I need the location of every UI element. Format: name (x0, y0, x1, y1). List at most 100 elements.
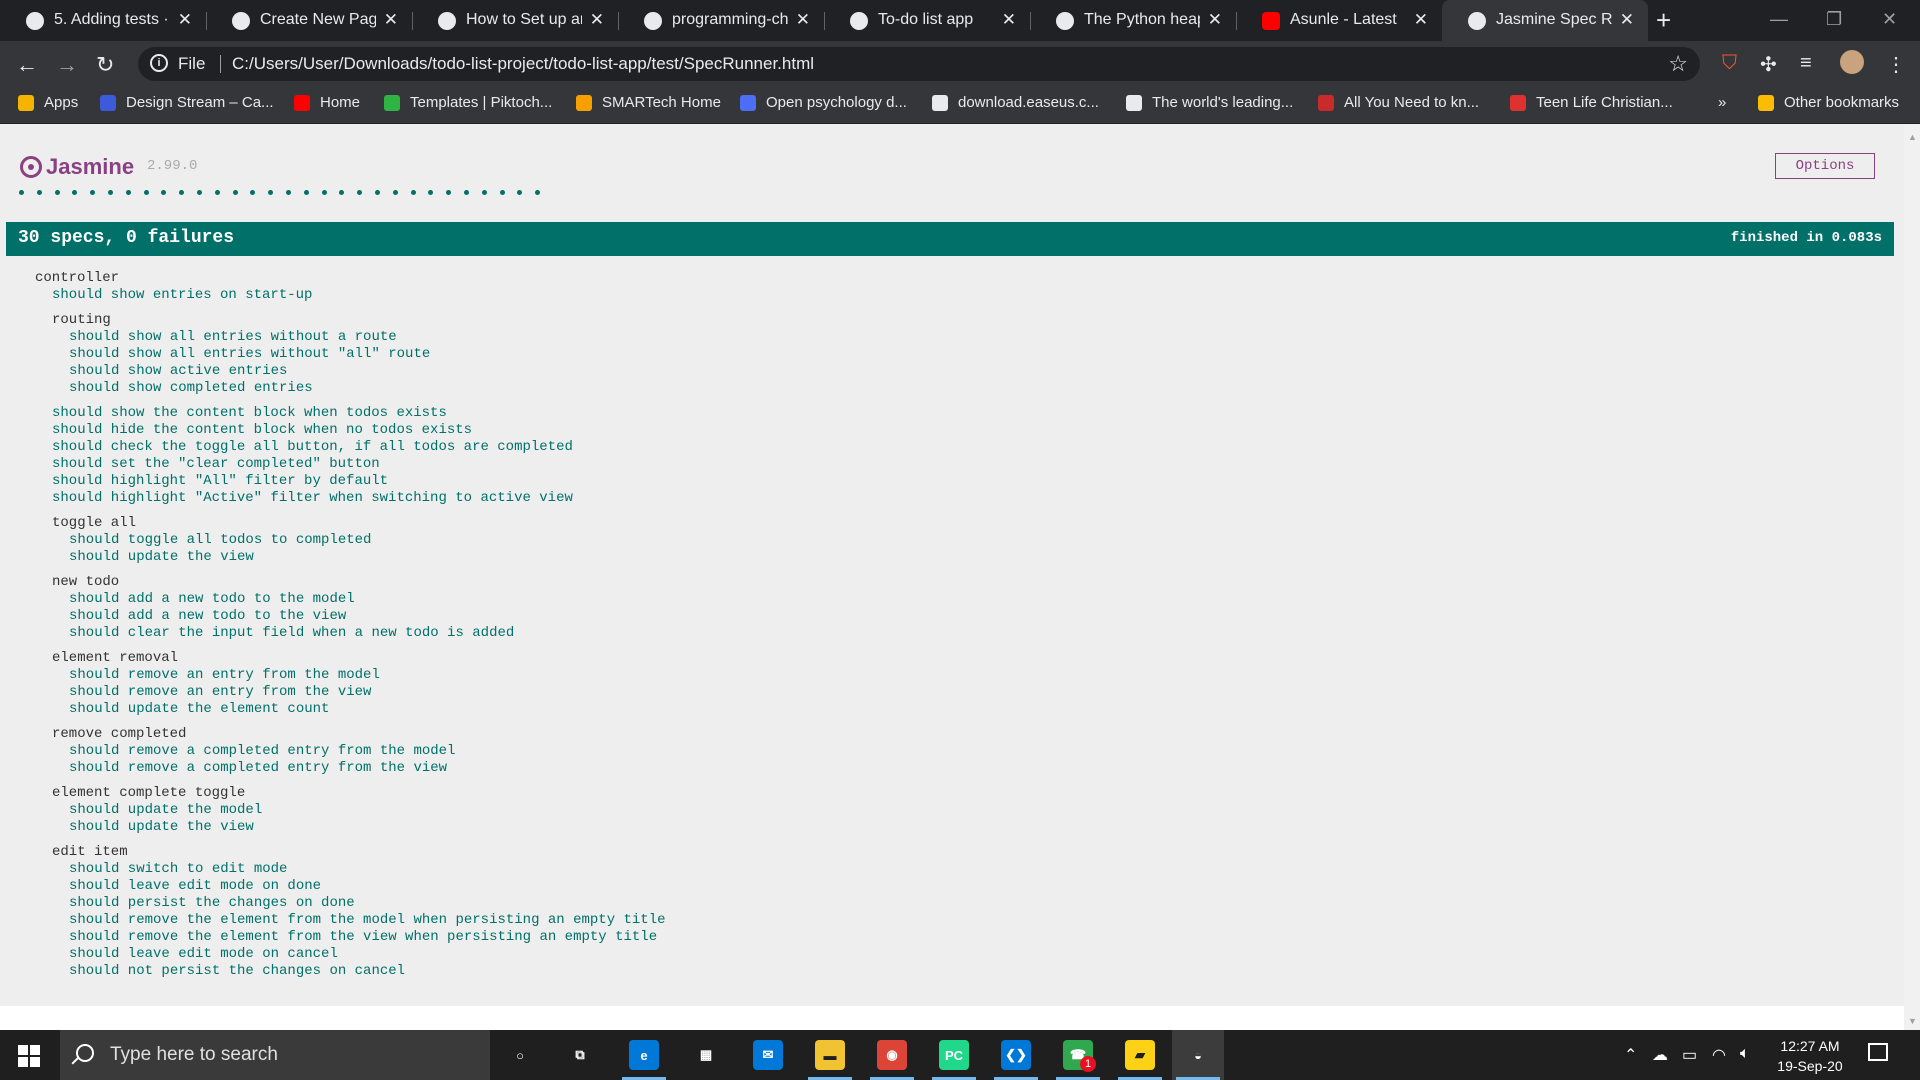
options-button[interactable]: Options (1775, 153, 1875, 179)
spec-link[interactable]: should show completed entries (35, 380, 666, 397)
suite-title[interactable]: remove completed (35, 726, 666, 743)
extensions-icon[interactable]: ✣ (1760, 52, 1777, 77)
taskbar-app[interactable]: ▬ (804, 1030, 856, 1080)
profile-avatar[interactable] (1840, 50, 1864, 74)
spec-link[interactable]: should update the view (35, 549, 666, 566)
other-bookmarks-folder[interactable]: Other bookmarks (1758, 94, 1899, 111)
spec-link[interactable]: should hide the content block when no to… (35, 422, 666, 439)
spec-link[interactable]: should show all entries without a route (35, 329, 666, 346)
bookmark-item[interactable]: Templates | Piktoch... (384, 94, 552, 111)
reload-icon[interactable]: ↻ (96, 52, 114, 78)
bookmark-star-icon[interactable]: ☆ (1668, 51, 1688, 77)
bookmark-item[interactable]: Home (294, 94, 360, 111)
spec-link[interactable]: should add a new todo to the view (35, 608, 666, 625)
media-control-icon[interactable]: ≡ (1800, 52, 1812, 75)
bookmark-item[interactable]: SMARTech Home (576, 94, 721, 111)
spec-link[interactable]: should add a new todo to the model (35, 591, 666, 608)
spec-link[interactable]: should show active entries (35, 363, 666, 380)
spec-link[interactable]: should leave edit mode on done (35, 878, 666, 895)
tab-close-icon[interactable]: ✕ (178, 10, 192, 30)
suite-title[interactable]: element complete toggle (35, 785, 666, 802)
bookmark-item[interactable]: Apps (18, 94, 78, 111)
taskbar-app[interactable]: ○ (494, 1030, 546, 1080)
tab-close-icon[interactable]: ✕ (796, 10, 810, 30)
tab-close-icon[interactable]: ✕ (1002, 10, 1016, 30)
notifications-icon[interactable] (1868, 1043, 1888, 1061)
onedrive-icon[interactable]: ☁ (1652, 1045, 1668, 1065)
tab[interactable]: How to Set up and ✕ (412, 0, 618, 41)
tab-close-icon[interactable]: ✕ (1620, 10, 1634, 30)
suite-title[interactable]: routing (35, 312, 666, 329)
suite-title[interactable]: controller (35, 270, 666, 287)
spec-link[interactable]: should leave edit mode on cancel (35, 946, 666, 963)
taskbar-app[interactable]: ⧉ (554, 1030, 606, 1080)
show-hidden-icons-icon[interactable]: ⌃ (1624, 1045, 1637, 1065)
spec-link[interactable]: should remove the element from the view … (35, 929, 666, 946)
scroll-down-icon[interactable]: ▼ (1908, 1016, 1917, 1026)
tab[interactable]: Asunle - Latest ✕ (1236, 0, 1442, 41)
bookmarks-overflow-button[interactable]: » (1718, 94, 1726, 111)
spec-link[interactable]: should persist the changes on done (35, 895, 666, 912)
bookmark-item[interactable]: download.easeus.c... (932, 94, 1099, 111)
taskbar-app[interactable]: ▰ (1114, 1030, 1166, 1080)
tab-close-icon[interactable]: ✕ (1414, 10, 1428, 30)
windows-start-icon[interactable] (18, 1045, 40, 1067)
restore-icon[interactable]: ❐ (1826, 9, 1842, 30)
bookmark-item[interactable]: Design Stream – Ca... (100, 94, 274, 111)
spec-link[interactable]: should clear the input field when a new … (35, 625, 666, 642)
spec-link[interactable]: should show the content block when todos… (35, 405, 666, 422)
taskbar-app[interactable]: ☎ 1 (1052, 1030, 1104, 1080)
spec-link[interactable]: should highlight "Active" filter when sw… (35, 490, 666, 507)
forward-icon[interactable]: → (56, 52, 78, 78)
taskbar-app[interactable]: ✉ (742, 1030, 794, 1080)
spec-link[interactable]: should set the "clear completed" button (35, 456, 666, 473)
suite-title[interactable]: edit item (35, 844, 666, 861)
tab[interactable]: Jasmine Spec Runn ✕ (1442, 0, 1648, 41)
taskbar-app[interactable]: PC (928, 1030, 980, 1080)
spec-link[interactable]: should update the element count (35, 701, 666, 718)
volume-icon[interactable]: 🔈︎ (1740, 1045, 1750, 1063)
spec-link[interactable]: should check the toggle all button, if a… (35, 439, 666, 456)
suite-title[interactable]: toggle all (35, 515, 666, 532)
taskbar-app[interactable]: ◉ (866, 1030, 918, 1080)
spec-link[interactable]: should remove the element from the model… (35, 912, 666, 929)
bookmark-item[interactable]: Open psychology d... (740, 94, 907, 111)
bookmark-item[interactable]: All You Need to kn... (1318, 94, 1479, 111)
address-bar[interactable]: i File C:/Users/User/Downloads/todo-list… (138, 47, 1700, 81)
tab-close-icon[interactable]: ✕ (1208, 10, 1222, 30)
tab[interactable]: To-do list app ✕ (824, 0, 1030, 41)
tab[interactable]: The Python heapq ✕ (1030, 0, 1236, 41)
bookmark-item[interactable]: Teen Life Christian... (1510, 94, 1673, 111)
taskbar-app[interactable]: ◒ (1172, 1030, 1224, 1080)
tab-close-icon[interactable]: ✕ (384, 10, 398, 30)
spec-link[interactable]: should highlight "All" filter by default (35, 473, 666, 490)
clock[interactable]: 12:27 AM 19-Sep-20 (1760, 1036, 1860, 1076)
spec-link[interactable]: should remove an entry from the view (35, 684, 666, 701)
scroll-up-icon[interactable]: ▲ (1908, 132, 1917, 142)
site-info-icon[interactable]: i (150, 54, 168, 72)
spec-link[interactable]: should remove a completed entry from the… (35, 760, 666, 777)
spec-link[interactable]: should update the view (35, 819, 666, 836)
new-tab-button[interactable]: + (1656, 5, 1671, 36)
minimize-icon[interactable]: — (1770, 9, 1788, 30)
spec-link[interactable]: should update the model (35, 802, 666, 819)
battery-icon[interactable]: ▭ (1682, 1045, 1697, 1065)
bookmark-item[interactable]: The world's leading... (1126, 94, 1293, 111)
spec-link[interactable]: should switch to edit mode (35, 861, 666, 878)
spec-link[interactable]: should toggle all todos to completed (35, 532, 666, 549)
taskbar-app[interactable]: ❮❯ (990, 1030, 1042, 1080)
vertical-scrollbar[interactable]: ▲ ▼ (1904, 124, 1920, 1030)
tab-close-icon[interactable]: ✕ (590, 10, 604, 30)
taskbar-search-box[interactable]: Type here to search (60, 1030, 490, 1080)
brave-shield-icon[interactable]: ⛉ (1722, 52, 1737, 75)
spec-link[interactable]: should not persist the changes on cancel (35, 963, 666, 980)
tab[interactable]: programming-cha ✕ (618, 0, 824, 41)
close-window-icon[interactable]: ✕ (1882, 9, 1897, 30)
spec-link[interactable]: should show all entries without "all" ro… (35, 346, 666, 363)
tab[interactable]: 5. Adding tests · m ✕ (0, 0, 206, 41)
menu-icon[interactable]: ⋮ (1886, 52, 1906, 77)
taskbar-app[interactable]: ▦ (680, 1030, 732, 1080)
back-icon[interactable]: ← (16, 52, 38, 78)
taskbar-app[interactable]: e (618, 1030, 670, 1080)
spec-link[interactable]: should remove an entry from the model (35, 667, 666, 684)
